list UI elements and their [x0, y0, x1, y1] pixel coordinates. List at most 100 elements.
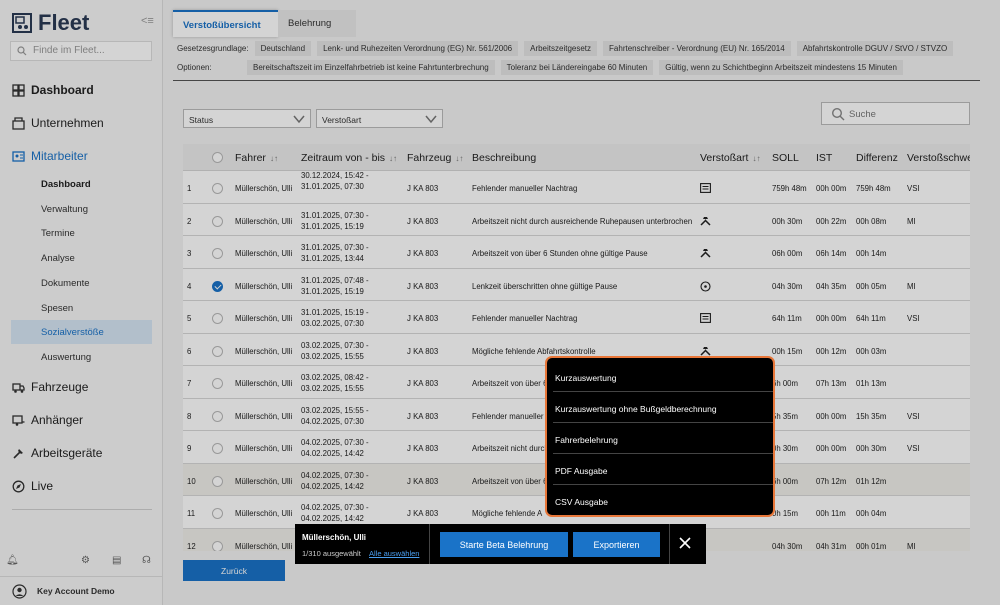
col-header-vehicle[interactable]: Fahrzeug ↓↑ [407, 152, 463, 164]
driver-cell: Müllerschön, Ulli [235, 379, 293, 388]
period-cell: 03.02.2025, 15:55 -04.02.2025, 07:30 [301, 405, 369, 427]
row-checkbox[interactable] [212, 475, 223, 487]
vehicle-cell: J KA 803 [407, 216, 439, 226]
table-row[interactable]: 3 Müllerschön, Ulli 31.01.2025, 07:30 -31.… [183, 236, 970, 269]
back-button[interactable]: Zurück [183, 560, 285, 581]
row-number: 7 [187, 379, 192, 388]
select-all-checkbox[interactable] [212, 152, 223, 163]
collapse-sidebar-icon[interactable]: <≡ [141, 15, 154, 27]
sidebar-sub-verwaltung[interactable]: Verwaltung [41, 204, 88, 215]
sidebar-sub-sozialverstoesse[interactable]: Sozialverstöße [11, 320, 152, 344]
vehicle-cell: J KA 803 [407, 281, 439, 291]
close-icon[interactable] [678, 536, 692, 550]
period-cell: 04.02.2025, 07:30 -04.02.2025, 14:42 [301, 502, 369, 524]
row-checkbox[interactable] [212, 183, 223, 194]
period-to: 04.02.2025, 14:42 [301, 514, 364, 523]
severity-cell: VSI [907, 444, 920, 453]
row-checkbox[interactable] [212, 248, 223, 259]
sidebar-sub-spesen[interactable]: Spesen [41, 303, 73, 314]
chevron-down-icon [425, 115, 437, 124]
period-to: 31.01.2025, 13:44 [301, 254, 364, 263]
description-cell: Mögliche fehlende Abfahrtskontrolle [472, 346, 596, 356]
menu-item-kurzauswertung[interactable]: Kurzauswertung [553, 361, 773, 392]
sort-icon[interactable]: ↓↑ [389, 154, 397, 163]
bell-icon[interactable]: 🔔︎ [6, 555, 19, 566]
select-all-link[interactable]: Alle auswählen [369, 549, 419, 558]
export-button[interactable]: Exportieren [573, 532, 660, 557]
period-cell: 04.02.2025, 07:30 -04.02.2025, 14:42 [301, 470, 369, 492]
period-to: 03.02.2025, 15:55 [301, 351, 364, 361]
sidebar-item-anhaenger[interactable]: Anhänger [12, 413, 83, 427]
sidebar-sub-termine[interactable]: Termine [41, 228, 75, 239]
type-filter-select[interactable]: Verstoßart [316, 109, 443, 128]
description-cell: Arbeitszeit von über 6 [472, 379, 548, 388]
row-checkbox[interactable] [212, 280, 223, 292]
sidebar-item-live[interactable]: Live [12, 479, 53, 493]
row-checkbox[interactable] [212, 410, 223, 422]
row-checkbox[interactable] [212, 540, 223, 551]
period-to: 04.02.2025, 14:42 [301, 481, 364, 491]
card-icon[interactable]: ▤ [112, 555, 121, 566]
table-row[interactable]: 2 Müllerschön, Ulli 31.01.2025, 07:30 -31.… [183, 204, 970, 236]
col-header-driver[interactable]: Fahrer ↓↑ [235, 152, 278, 164]
col-header-period[interactable]: Zeitraum von - bis ↓↑ [301, 152, 397, 164]
menu-item-csv-ausgabe[interactable]: CSV Ausgabe [553, 485, 773, 515]
option-chip: Toleranz bei Ländereingabe 60 Minuten [500, 60, 654, 75]
menu-item-fahrerbelehrung[interactable]: Fahrerbelehrung [553, 423, 773, 454]
driver-cell: Müllerschön, Ulli [235, 249, 293, 258]
period-from: 03.02.2025, 08:42 - [301, 373, 369, 382]
tab-verstossuebersicht[interactable]: Verstoßübersicht [173, 10, 278, 37]
period-to: 03.02.2025, 07:30 [301, 319, 364, 328]
period-to: 04.02.2025, 14:42 [301, 449, 364, 458]
legal-basis-chip: Arbeitszeitgesetz [524, 41, 598, 56]
period-cell: 31.01.2025, 07:30 -31.01.2025, 15:19 [301, 210, 369, 232]
sidebar-item-fahrzeuge[interactable]: Fahrzeuge [12, 380, 88, 394]
user-account[interactable]: Key Account Demo [0, 576, 163, 605]
row-checkbox[interactable] [212, 215, 223, 227]
sidebar-item-unternehmen[interactable]: Unternehmen [12, 116, 104, 130]
sidebar-sub-dashboard[interactable]: Dashboard [41, 179, 91, 190]
sidebar-sub-auswertung[interactable]: Auswertung [41, 352, 91, 363]
row-checkbox[interactable] [212, 508, 223, 519]
sidebar-item-arbeitsgeraete[interactable]: Arbeitsgeräte [12, 446, 102, 460]
sidebar-sub-dokumente[interactable]: Dokumente [41, 278, 90, 289]
col-header-type[interactable]: Verstoßart ↓↑ [700, 152, 760, 164]
row-number: 10 [187, 476, 196, 486]
row-checkbox[interactable] [212, 378, 223, 389]
table-search-input[interactable]: Suche [821, 102, 970, 125]
menu-item-kurzauswertung-ohne-bussgeld[interactable]: Kurzauswertung ohne Bußgeldberechnung [553, 392, 773, 423]
legal-basis-chip: Abfahrtskontrolle DGUV / StVO / STVZO [796, 41, 954, 56]
menu-item-pdf-ausgabe[interactable]: PDF Ausgabe [553, 454, 773, 485]
table-row[interactable]: 4 Müllerschön, Ulli 31.01.2025, 07:48 -31.… [183, 269, 970, 301]
sort-icon[interactable]: ↓↑ [455, 154, 463, 163]
tab-belehrung[interactable]: Belehrung [278, 10, 356, 37]
options-row: Optionen: Bereitschaftszeit im Einzelfah… [177, 60, 903, 75]
row-checkbox[interactable] [212, 345, 223, 357]
period-cell: 04.02.2025, 07:30 - 04.02.2025, 14:42 [301, 437, 369, 459]
row-checkbox[interactable] [212, 443, 223, 454]
period-from: 04.02.2025, 07:30 - [301, 438, 369, 447]
actual-cell: 06h 14m [816, 249, 847, 258]
sidebar-item-dashboard[interactable]: Dashboard [12, 83, 94, 97]
user-name: Key Account Demo [37, 586, 115, 596]
app-logo[interactable]: Fleet [12, 10, 89, 36]
settings-icon[interactable]: ⚙︎ [81, 555, 90, 566]
sidebar-search-input[interactable]: Finde im Fleet... [10, 41, 152, 61]
start-beta-belehrung-button[interactable]: Starte Beta Belehrung [440, 532, 568, 557]
status-filter-select[interactable]: Status [183, 109, 311, 128]
sort-icon[interactable]: ↓↑ [270, 154, 278, 163]
row-checkbox[interactable] [212, 313, 223, 324]
table-row[interactable]: 1 Müllerschön, Ulli 30.12.2024, 15:42 - 31.… [183, 171, 970, 204]
sidebar-sub-analyse[interactable]: Analyse [41, 253, 75, 264]
actual-cell: 04h 31m [816, 541, 847, 551]
option-chip: Gültig, wenn zu Schichtbeginn Arbeitszei… [659, 60, 903, 75]
fleet-logo-icon [12, 13, 32, 33]
sidebar-item-mitarbeiter[interactable]: Mitarbeiter [12, 149, 88, 163]
trailer-icon [12, 414, 25, 426]
period-from: 31.01.2025, 07:48 - [301, 275, 369, 285]
options-label: Optionen: [177, 63, 212, 72]
selection-action-bar: Müllerschön, Ulli 1/310 ausgewählt Alle … [295, 524, 706, 564]
table-row[interactable]: 5 Müllerschön, Ulli 31.01.2025, 15:19 - 03.… [183, 301, 970, 334]
sort-icon[interactable]: ↓↑ [752, 154, 760, 163]
headset-icon[interactable]: ☊ [142, 555, 151, 566]
